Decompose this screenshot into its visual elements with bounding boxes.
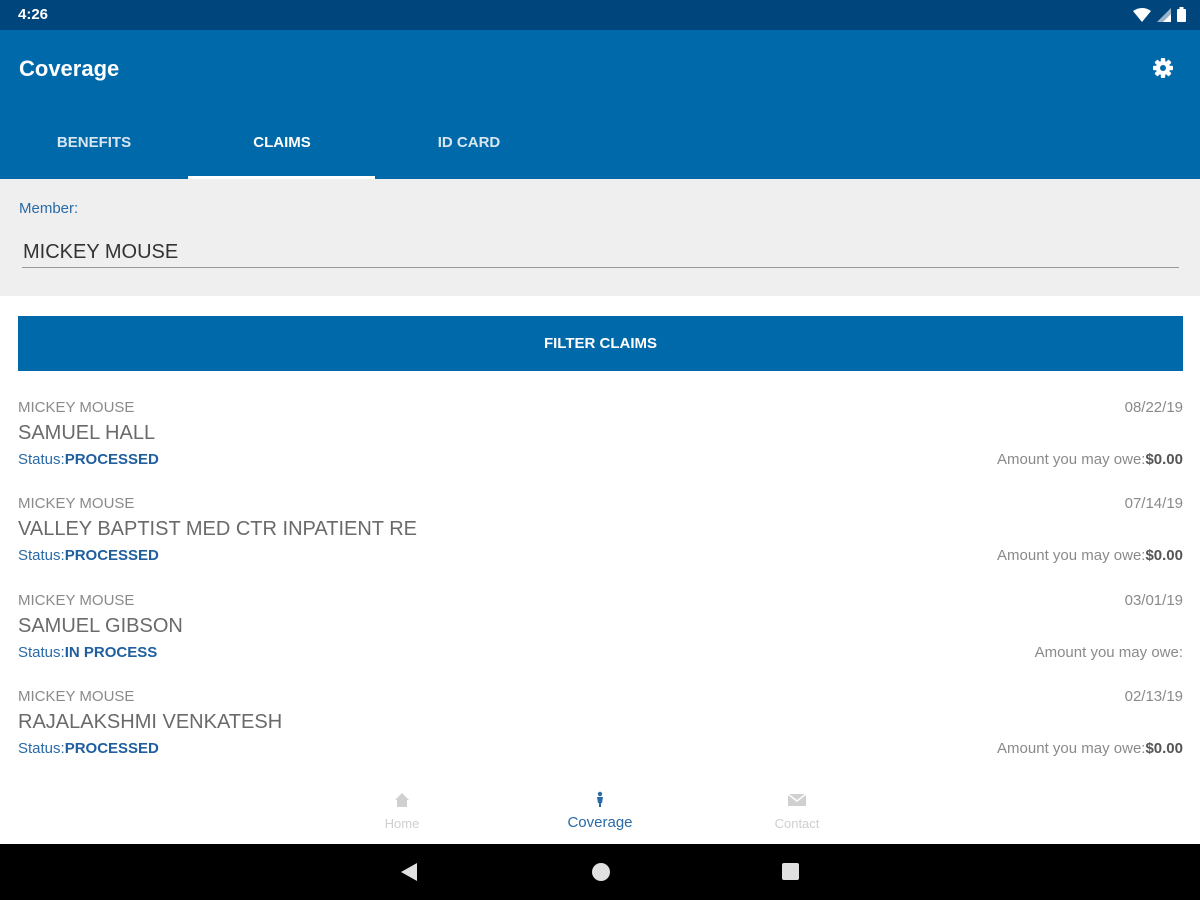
- gear-icon[interactable]: [1150, 55, 1176, 81]
- claim-provider: SAMUEL GIBSON: [18, 615, 183, 637]
- amount-value: $0.00: [1145, 451, 1183, 468]
- claim-member: MICKEY MOUSE: [18, 495, 135, 512]
- member-underline: [22, 267, 1179, 268]
- recents-icon[interactable]: [781, 862, 800, 881]
- claim-date: 07/14/19: [1124, 495, 1183, 512]
- claim-amount: Amount you may owe:$0.00: [997, 740, 1183, 757]
- claim-date: 08/22/19: [1124, 399, 1183, 416]
- nav-label: Home: [384, 816, 420, 831]
- tab-label: ID CARD: [437, 134, 501, 151]
- amount-value: $0.00: [1145, 547, 1183, 564]
- status-label: Status:: [18, 451, 65, 468]
- amount-label: Amount you may owe:: [1034, 644, 1183, 661]
- member-select[interactable]: MICKEY MOUSE: [23, 241, 178, 264]
- amount-label: Amount you may owe:: [997, 740, 1146, 757]
- member-panel: Member: MICKEY MOUSE: [0, 179, 1200, 296]
- status-value: PROCESSED: [64, 547, 159, 564]
- status-label: Status:: [18, 547, 65, 564]
- claim-date: 03/01/19: [1124, 592, 1183, 609]
- nav-label: Contact: [774, 816, 820, 831]
- amount-label: Amount you may owe:: [997, 547, 1146, 564]
- claim-provider: RAJALAKSHMI VENKATESH: [18, 711, 283, 733]
- nav-coverage[interactable]: Coverage: [540, 790, 660, 840]
- claim-status: Status:PROCESSED: [18, 740, 159, 757]
- claim-member: MICKEY MOUSE: [18, 399, 135, 416]
- wifi-icon: [1133, 7, 1151, 22]
- claim-item[interactable]: MICKEY MOUSE 02/13/19 RAJALAKSHMI VENKAT…: [0, 688, 1200, 778]
- status-value: PROCESSED: [64, 740, 159, 757]
- claim-amount: Amount you may owe:$0.00: [997, 547, 1183, 564]
- status-value: PROCESSED: [64, 451, 159, 468]
- claim-status: Status:PROCESSED: [18, 547, 159, 564]
- bottom-nav: Home Coverage Contact: [0, 780, 1200, 844]
- tab-label: BENEFITS: [56, 134, 132, 151]
- claim-item[interactable]: MICKEY MOUSE 07/14/19 VALLEY BAPTIST MED…: [0, 495, 1200, 585]
- claim-date: 02/13/19: [1124, 688, 1183, 705]
- amount-value: $0.00: [1145, 740, 1183, 757]
- back-icon[interactable]: [400, 862, 418, 882]
- nav-contact[interactable]: Contact: [737, 790, 857, 840]
- tab-claims[interactable]: CLAIMS: [188, 119, 376, 179]
- tab-id-card[interactable]: ID CARD: [375, 119, 563, 179]
- status-time: 4:26: [18, 6, 49, 23]
- system-nav-bar: [0, 844, 1200, 900]
- nav-label: Coverage: [567, 814, 633, 831]
- claim-status: Status:IN PROCESS: [18, 644, 157, 661]
- status-bar: 4:26: [0, 0, 1200, 30]
- amount-label: Amount you may owe:: [997, 451, 1146, 468]
- member-label: Member:: [19, 200, 79, 217]
- home-button-icon[interactable]: [591, 862, 611, 882]
- claim-member: MICKEY MOUSE: [18, 688, 135, 705]
- battery-icon: [1177, 7, 1186, 22]
- claim-item[interactable]: MICKEY MOUSE 08/22/19 SAMUEL HALL Status…: [0, 399, 1200, 489]
- tab-label: CLAIMS: [253, 134, 311, 151]
- nav-home[interactable]: Home: [342, 790, 462, 840]
- filter-claims-button[interactable]: FILTER CLAIMS: [18, 316, 1183, 371]
- status-label: Status:: [18, 740, 65, 757]
- status-value: IN PROCESS: [64, 644, 158, 661]
- claim-item[interactable]: MICKEY MOUSE 03/01/19 SAMUEL GIBSON Stat…: [0, 592, 1200, 682]
- mail-icon: [787, 793, 807, 806]
- claim-amount: Amount you may owe:$0.00: [997, 451, 1183, 468]
- page-title: Coverage: [19, 56, 120, 81]
- app-bar: Coverage BENEFITS CLAIMS ID CARD: [0, 30, 1200, 179]
- claim-provider: VALLEY BAPTIST MED CTR INPATIENT RE: [18, 518, 417, 540]
- signal-icon: [1157, 7, 1171, 22]
- claim-status: Status:PROCESSED: [18, 451, 159, 468]
- home-icon: [395, 793, 409, 807]
- tab-benefits[interactable]: BENEFITS: [0, 119, 188, 179]
- claim-amount: Amount you may owe:: [1035, 644, 1183, 661]
- coverage-icon: [597, 791, 603, 807]
- status-icons: [1133, 7, 1186, 22]
- claim-provider: SAMUEL HALL: [18, 422, 156, 444]
- status-label: Status:: [18, 644, 65, 661]
- claim-member: MICKEY MOUSE: [18, 592, 135, 609]
